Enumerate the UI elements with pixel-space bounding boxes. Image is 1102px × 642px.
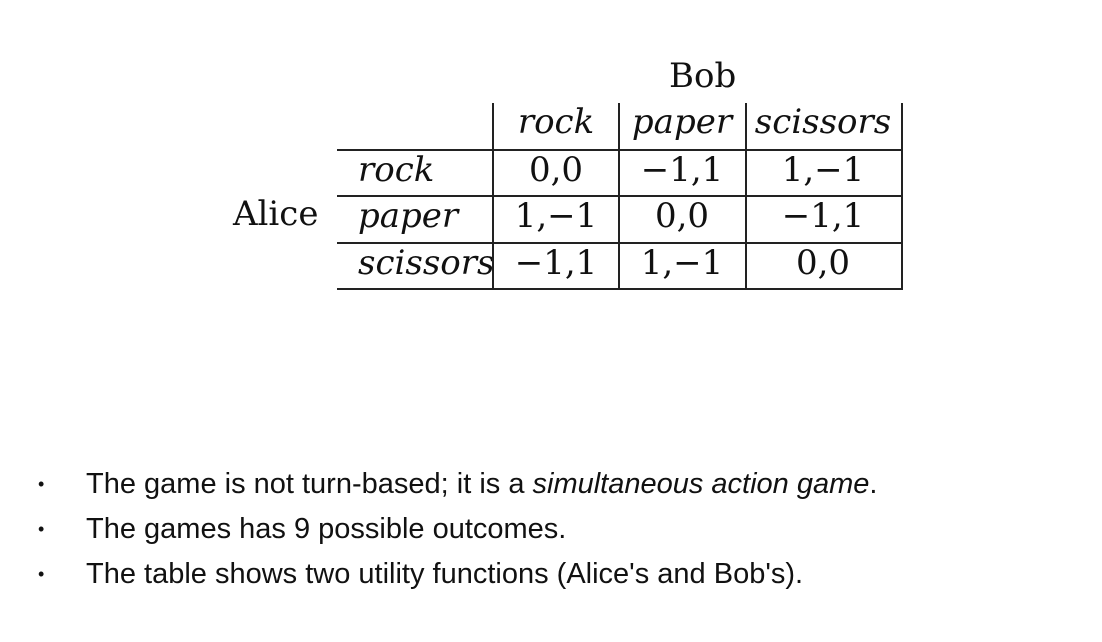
table-divider-col-2 — [745, 103, 747, 290]
payoff-paper-rock: 1,−1 — [514, 196, 598, 236]
bullet-item: • The table shows two utility functions … — [38, 552, 1078, 597]
explanation-bullets: • The game is not turn-based; it is a si… — [38, 462, 1078, 597]
bullet-text-prefix: The game is not turn-based; it is a — [86, 468, 533, 500]
column-header-scissors: scissors — [754, 102, 892, 142]
row-header-paper: paper — [358, 196, 459, 236]
payoff-paper-paper: 0,0 — [654, 196, 710, 236]
table-divider-col-1 — [618, 103, 620, 290]
row-player-label: Alice — [233, 194, 319, 234]
bullet-item: • The games has 9 possible outcomes. — [38, 507, 1078, 552]
payoff-scissors-scissors: 0,0 — [795, 243, 851, 283]
payoff-scissors-paper: 1,−1 — [640, 243, 724, 283]
table-divider-rowheader — [492, 103, 494, 290]
row-header-scissors: scissors — [358, 243, 495, 283]
bullet-icon: • — [38, 474, 45, 494]
column-player-label: Bob — [669, 56, 737, 96]
payoff-rock-rock: 0,0 — [528, 150, 584, 190]
payoff-rock-scissors: 1,−1 — [781, 150, 865, 190]
bullet-item: • The game is not turn-based; it is a si… — [38, 462, 1078, 507]
payoff-scissors-rock: −1,1 — [514, 243, 598, 283]
bullet-text: The games has 9 possible outcomes. — [86, 513, 567, 545]
bullet-emphasis: simultaneous action game — [532, 468, 870, 500]
column-header-rock: rock — [517, 102, 595, 142]
bullet-text-suffix: . — [869, 468, 878, 500]
bullet-text: The game is not turn-based; it is a simu… — [86, 462, 877, 507]
column-header-paper: paper — [631, 102, 733, 142]
row-header-rock: rock — [358, 150, 435, 190]
payoff-rock-paper: −1,1 — [640, 150, 724, 190]
bullet-icon: • — [38, 564, 45, 584]
payoff-paper-scissors: −1,1 — [781, 196, 865, 236]
bullet-text: The table shows two utility functions (A… — [86, 558, 804, 590]
table-divider-right — [901, 103, 903, 290]
bullet-icon: • — [38, 519, 45, 539]
